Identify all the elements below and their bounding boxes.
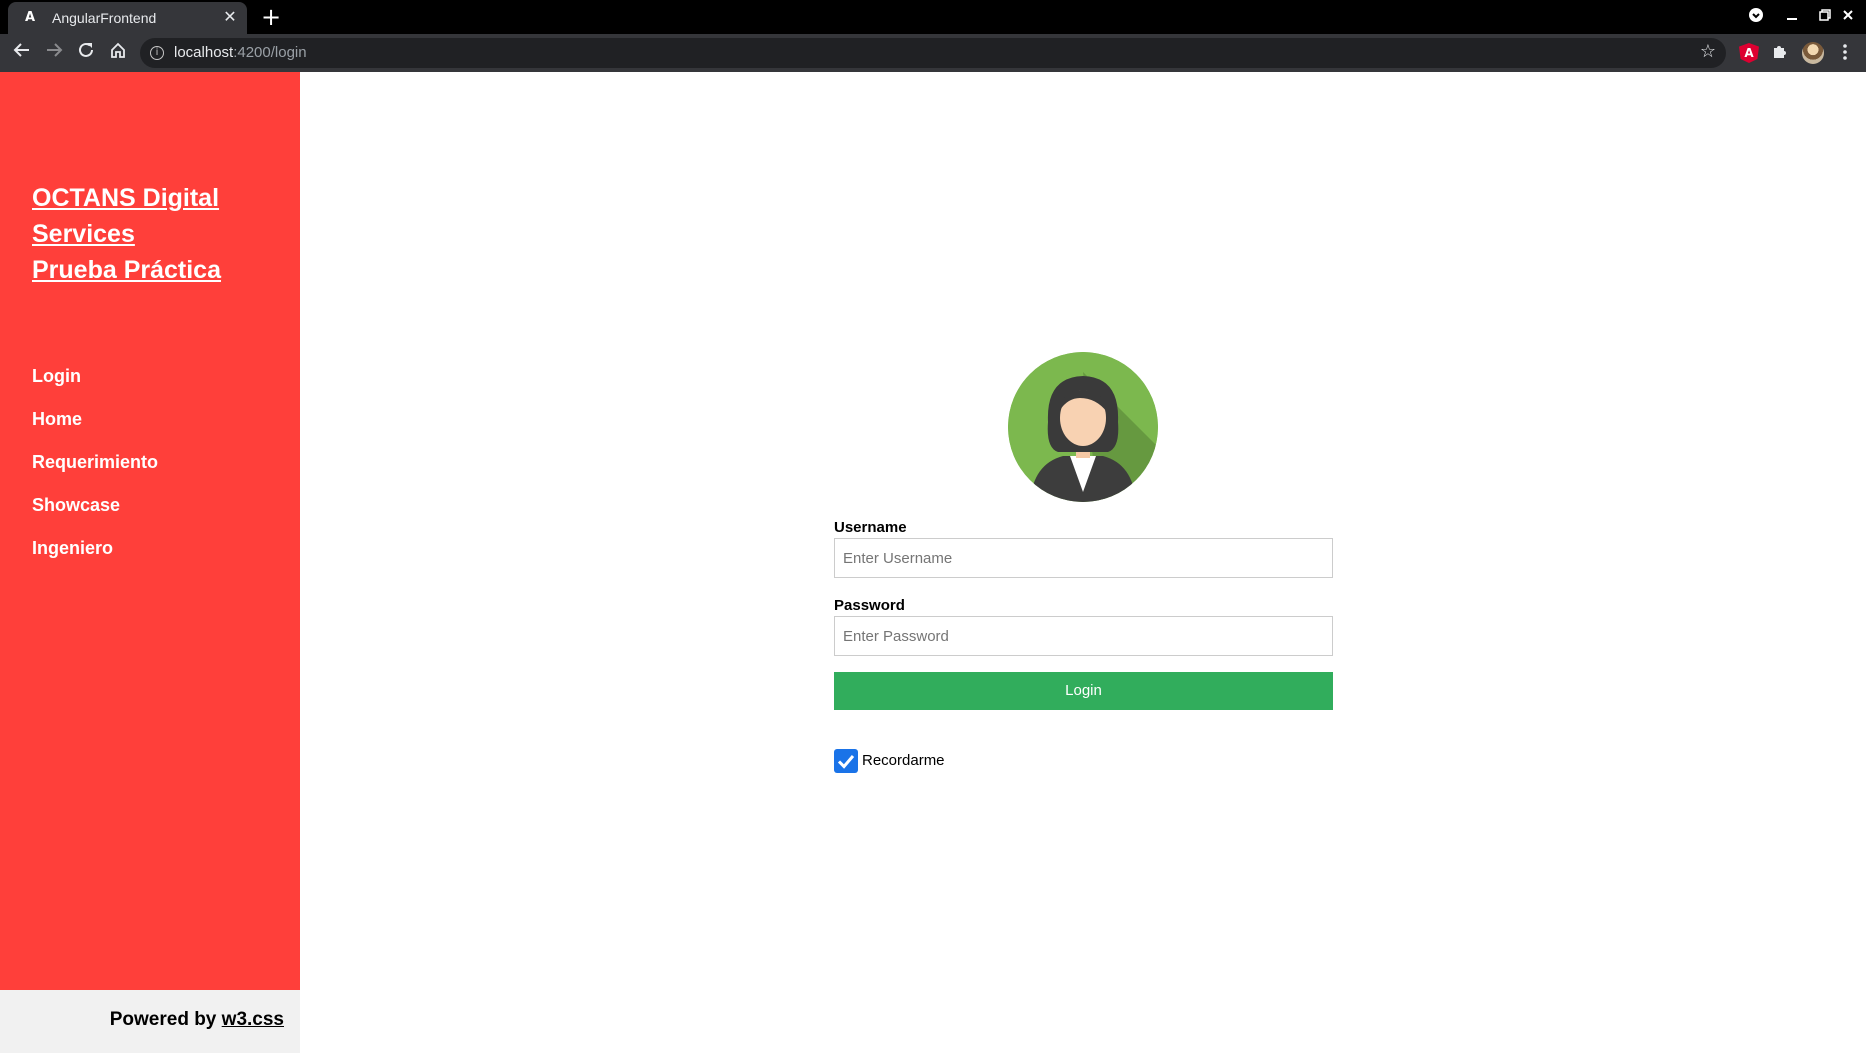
home-icon[interactable]	[106, 41, 130, 65]
brand-line-3[interactable]: Prueba Práctica	[32, 252, 292, 288]
minimize-icon[interactable]	[1782, 7, 1802, 27]
remember-checkbox[interactable]	[834, 749, 858, 773]
sidebar-item-ingeniero[interactable]: Ingeniero	[32, 536, 158, 579]
powered-by: Powered by w3.css	[110, 1009, 284, 1031]
angular-extension-icon[interactable]: A	[1739, 43, 1759, 63]
sidebar-item-login[interactable]: Login	[32, 364, 158, 407]
sidebar-item-requerimiento[interactable]: Requerimiento	[32, 450, 158, 493]
angular-favicon-icon: A	[24, 10, 36, 25]
site-info-icon[interactable]: i	[150, 46, 164, 60]
powered-by-text: Powered by	[109, 1009, 217, 1030]
tab-title: AngularFrontend	[52, 10, 157, 26]
kebab-menu-icon[interactable]	[1835, 43, 1855, 63]
username-input[interactable]	[834, 538, 1333, 578]
browser-tab-bar: A AngularFrontend ✕ +	[0, 0, 1866, 34]
remember-label: Recordarme	[862, 752, 945, 769]
tab-search-icon[interactable]	[1746, 7, 1766, 27]
browser-toolbar: i localhost:4200/login ☆ A	[0, 34, 1866, 72]
star-icon[interactable]: ☆	[1700, 41, 1716, 62]
reload-icon[interactable]	[74, 41, 98, 65]
password-input[interactable]	[834, 616, 1333, 656]
restore-icon[interactable]	[1815, 7, 1835, 27]
sidebar-item-home[interactable]: Home	[32, 407, 158, 450]
brand-line-2[interactable]: Services	[32, 216, 292, 252]
address-bar[interactable]: i localhost:4200/login ☆	[140, 38, 1726, 68]
url-path: :4200/login	[233, 44, 307, 61]
w3css-link[interactable]: w3.css	[222, 1009, 284, 1030]
brand-title[interactable]: OCTANS Digital Services Prueba Práctica	[32, 180, 292, 288]
login-button[interactable]: Login	[834, 672, 1333, 710]
puzzle-icon[interactable]	[1770, 43, 1790, 63]
profile-avatar[interactable]	[1802, 42, 1824, 64]
login-form: Username Password Login	[834, 518, 1333, 710]
arrow-right-icon[interactable]	[42, 41, 66, 65]
tab-close-icon[interactable]: ✕	[221, 9, 239, 27]
url-host: localhost	[174, 44, 234, 61]
browser-tab[interactable]: A AngularFrontend ✕	[8, 2, 247, 34]
checkmark-icon	[837, 755, 855, 769]
username-label: Username	[834, 519, 907, 536]
brand-line-1[interactable]: OCTANS Digital	[32, 180, 292, 216]
close-window-icon[interactable]	[1838, 7, 1858, 27]
sidebar-menu: Login Home Requerimiento Showcase Ingeni…	[32, 364, 158, 579]
new-tab-button[interactable]: +	[258, 4, 284, 30]
sidebar: OCTANS Digital Services Prueba Práctica …	[0, 72, 300, 990]
arrow-left-icon[interactable]	[10, 41, 34, 65]
sidebar-footer: Powered by w3.css	[0, 990, 300, 1053]
user-avatar-image	[1008, 352, 1158, 502]
sidebar-item-showcase[interactable]: Showcase	[32, 493, 158, 536]
password-label: Password	[834, 597, 905, 614]
url-text: localhost:4200/login	[174, 45, 307, 61]
